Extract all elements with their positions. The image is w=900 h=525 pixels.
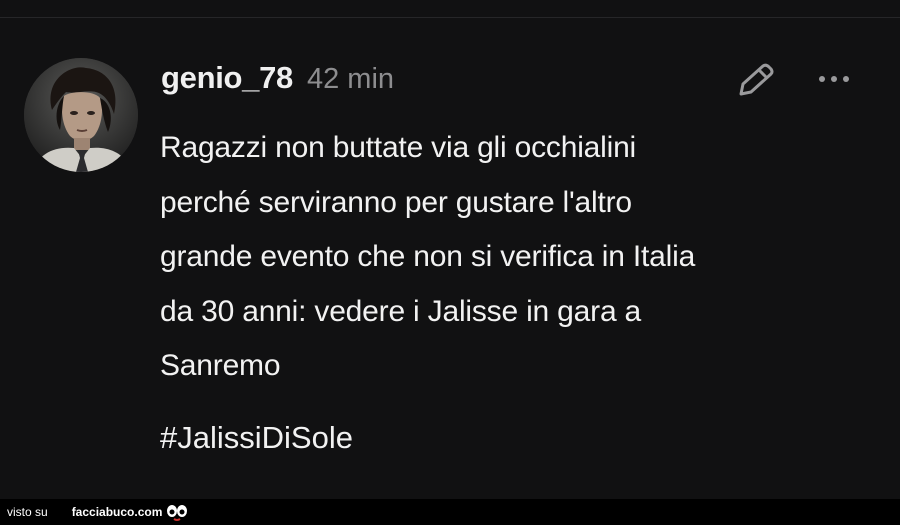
post-body: Ragazzi non buttate via gli occhialini p… [160,131,696,382]
more-dots-icon[interactable] [814,64,858,94]
hashtag-link[interactable]: #JalissiDiSole [160,420,353,456]
watermark-site: facciabuco.com [71,505,163,519]
post-header: genio_78 42 min [161,60,394,104]
pencil-icon-graphic [739,63,774,96]
more-dots-graphic [819,76,849,82]
avatar-image [24,58,138,172]
post-screen: genio_78 42 min Ragazzi non buttate via … [0,0,900,525]
avatar[interactable] [24,58,138,172]
top-divider [0,17,900,18]
timestamp: 42 min [306,63,395,95]
watermark-eyes-icon [165,502,189,522]
watermark-prefix: visto su [7,505,48,519]
watermark-text: visto su facciabuco.com [7,505,162,519]
username[interactable]: genio_78 [161,60,293,96]
pencil-icon[interactable] [733,60,777,100]
